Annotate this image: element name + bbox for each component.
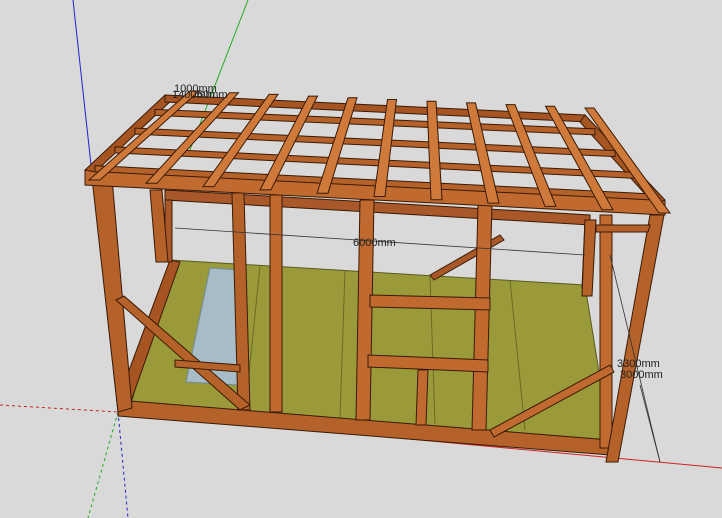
dim-label-top-c: 60mm [197, 89, 228, 101]
blue-axis-dashed [117, 411, 129, 518]
green-axis-dashed [87, 411, 119, 518]
red-axis-dashed [0, 404, 119, 413]
model-canvas[interactable]: 1000mm 1400mm 60mm 6000mm 3300mm 3000mm [0, 0, 722, 518]
depth-dimension-line-2 [639, 384, 661, 463]
dim-label-width: 6000mm [353, 237, 396, 249]
dim-label-depth-b: 3000mm [620, 369, 663, 381]
drawing-viewport[interactable]: 1000mm 1400mm 60mm 6000mm 3300mm 3000mm [0, 0, 722, 518]
